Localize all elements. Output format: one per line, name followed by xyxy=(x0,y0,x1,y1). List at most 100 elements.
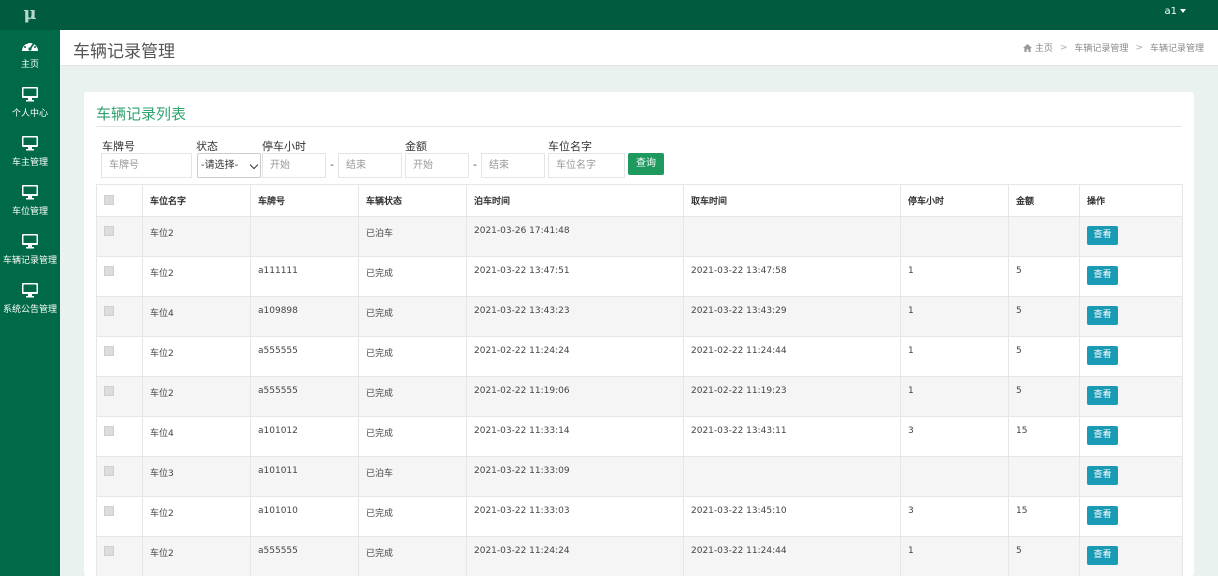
table-row: 车位2 a111111 已完成 2021-03-22 13:47:51 2021-03-… xyxy=(96,256,1183,297)
row-checkbox[interactable] xyxy=(104,306,114,316)
row-checkbox[interactable] xyxy=(104,266,114,276)
amount-end-input[interactable]: 结束 xyxy=(481,153,545,178)
table-cell: 已完成 xyxy=(358,296,467,337)
table-cell: 2021-03-22 13:47:51 xyxy=(466,256,684,297)
view-button[interactable]: 查看 xyxy=(1087,426,1118,445)
table-cell: 5 xyxy=(1008,256,1080,297)
actions-cell: 查看 xyxy=(1079,216,1183,257)
sidebar-item-home[interactable]: 主页 xyxy=(0,30,60,79)
column-header: 泊车时间 xyxy=(466,184,684,217)
table-cell: 2021-02-22 11:24:44 xyxy=(683,336,901,377)
select-all-cell xyxy=(96,184,143,217)
row-checkbox[interactable] xyxy=(104,426,114,436)
table-cell: 2021-03-22 11:24:24 xyxy=(466,536,684,576)
monitor-icon xyxy=(22,87,38,102)
table-row: 车位2 已泊车 2021-03-26 17:41:48 查看 xyxy=(96,216,1183,257)
hours-end-input[interactable]: 结束 xyxy=(338,153,402,178)
sidebar-item-notices[interactable]: 系统公告管理 xyxy=(0,275,60,324)
table-cell: 2021-03-22 11:33:03 xyxy=(466,496,684,537)
column-header: 车牌号 xyxy=(250,184,359,217)
actions-cell: 查看 xyxy=(1079,296,1183,337)
table-cell: 1 xyxy=(900,376,1009,417)
row-checkbox[interactable] xyxy=(104,466,114,476)
hours-start-input[interactable]: 开始 xyxy=(262,153,326,178)
sidebar-item-records[interactable]: 车辆记录管理 xyxy=(0,226,60,275)
table-cell: 车位2 xyxy=(142,336,251,377)
hours-label: 停车小时 xyxy=(262,140,306,153)
column-header: 取车时间 xyxy=(683,184,901,217)
table-cell xyxy=(683,216,901,257)
table-cell: 车位2 xyxy=(142,536,251,576)
table-row: 车位4 a109898 已完成 2021-03-22 13:43:23 2021-03-… xyxy=(96,296,1183,337)
table-cell: 车位4 xyxy=(142,296,251,337)
sidebar: 主页 个人中心 车主管理 车位管理 车辆记录管理 系统公告管理 xyxy=(0,30,60,576)
row-checkbox[interactable] xyxy=(104,226,114,236)
row-select-cell xyxy=(96,376,143,417)
table-cell: 已泊车 xyxy=(358,216,467,257)
table-cell xyxy=(1008,216,1080,257)
view-button[interactable]: 查看 xyxy=(1087,466,1118,485)
sidebar-item-label: 车辆记录管理 xyxy=(2,256,57,266)
monitor-icon xyxy=(22,234,38,249)
table-cell: 2021-03-22 13:43:11 xyxy=(683,416,901,457)
search-button[interactable]: 查询 xyxy=(628,153,664,175)
table-cell: 5 xyxy=(1008,296,1080,337)
range-dash: - xyxy=(330,158,334,171)
row-checkbox[interactable] xyxy=(104,546,114,556)
actions-cell: 查看 xyxy=(1079,456,1183,497)
table-cell: a101012 xyxy=(250,416,359,457)
breadcrumb-item[interactable]: 车辆记录管理 xyxy=(1074,41,1128,54)
status-select[interactable]: -请选择- xyxy=(197,153,261,178)
view-button[interactable]: 查看 xyxy=(1087,266,1118,285)
dashboard-icon xyxy=(22,40,38,51)
view-button[interactable]: 查看 xyxy=(1087,306,1118,325)
table-cell: 车位2 xyxy=(142,496,251,537)
sidebar-item-spots[interactable]: 车位管理 xyxy=(0,177,60,226)
table-cell: 已完成 xyxy=(358,536,467,576)
table-row: 车位4 a101012 已完成 2021-03-22 11:33:14 2021-03-… xyxy=(96,416,1183,457)
table-cell: 已完成 xyxy=(358,336,467,377)
row-select-cell xyxy=(96,296,143,337)
table-cell: 2021-03-22 11:33:09 xyxy=(466,456,684,497)
sidebar-item-label: 系统公告管理 xyxy=(2,305,57,315)
table-cell: 2021-03-22 13:47:58 xyxy=(683,256,901,297)
table-cell xyxy=(250,216,359,257)
table-cell xyxy=(1008,456,1080,497)
sidebar-item-profile[interactable]: 个人中心 xyxy=(0,79,60,128)
view-button[interactable]: 查看 xyxy=(1087,346,1118,365)
breadcrumb-home[interactable]: 主页 xyxy=(1035,41,1053,54)
view-button[interactable]: 查看 xyxy=(1087,546,1118,565)
sidebar-item-label: 个人中心 xyxy=(11,109,48,119)
view-button[interactable]: 查看 xyxy=(1087,226,1118,245)
row-checkbox[interactable] xyxy=(104,346,114,356)
table-cell: a101010 xyxy=(250,496,359,537)
table-cell: 车位3 xyxy=(142,456,251,497)
table-cell: 2021-03-22 11:24:44 xyxy=(683,536,901,576)
user-menu[interactable]: a1 xyxy=(1165,6,1186,17)
row-checkbox[interactable] xyxy=(104,506,114,516)
divider xyxy=(96,126,1182,127)
table-row: 车位2 a555555 已完成 2021-02-22 11:19:06 2021-02-… xyxy=(96,376,1183,417)
plate-input[interactable]: 车牌号 xyxy=(101,153,192,178)
amount-start-input[interactable]: 开始 xyxy=(405,153,469,178)
table-cell xyxy=(683,456,901,497)
table-cell: 1 xyxy=(900,536,1009,576)
breadcrumb-separator: > xyxy=(1135,42,1143,53)
table-cell: 1 xyxy=(900,296,1009,337)
select-all-checkbox[interactable] xyxy=(104,195,114,205)
table-cell: 1 xyxy=(900,336,1009,377)
column-header: 车位名字 xyxy=(142,184,251,217)
app-logo[interactable]: μ xyxy=(0,0,60,30)
table-cell: 车位2 xyxy=(142,216,251,257)
view-button[interactable]: 查看 xyxy=(1087,506,1118,525)
spot-input[interactable]: 车位名字 xyxy=(548,153,625,178)
table-cell: 15 xyxy=(1008,416,1080,457)
row-checkbox[interactable] xyxy=(104,386,114,396)
view-button[interactable]: 查看 xyxy=(1087,386,1118,405)
monitor-icon xyxy=(22,185,38,200)
table-cell: a101011 xyxy=(250,456,359,497)
table-cell: 5 xyxy=(1008,336,1080,377)
row-select-cell xyxy=(96,456,143,497)
sidebar-item-owners[interactable]: 车主管理 xyxy=(0,128,60,177)
row-select-cell xyxy=(96,336,143,377)
